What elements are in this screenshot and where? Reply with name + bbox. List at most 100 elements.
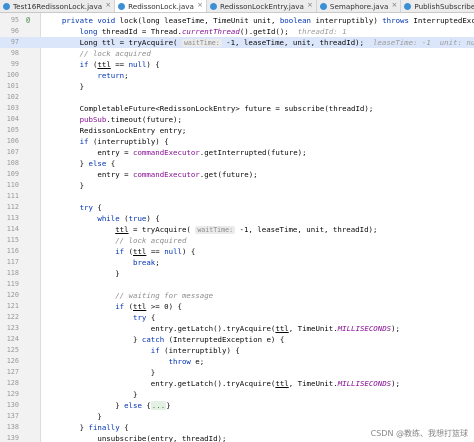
code-text: entry.getLatch().tryAcquire(ttl, TimeUni… [44, 323, 400, 334]
line-number[interactable]: 119 [0, 279, 19, 290]
code-line: 121 if (ttl >= 0) { [0, 301, 474, 312]
code-token: } [44, 401, 125, 410]
line-number[interactable]: 130 [0, 400, 19, 411]
editor-tab-label: RedissonLock.java [128, 1, 194, 11]
line-number[interactable]: 118 [0, 268, 19, 279]
line-number[interactable]: 112 [0, 202, 19, 213]
line-number[interactable]: 113 [0, 213, 19, 224]
code-token: else [124, 401, 147, 410]
code-text: break; [44, 257, 160, 268]
line-number[interactable]: 120 [0, 290, 19, 301]
line-number[interactable]: 101 [0, 81, 19, 92]
override-marker-icon[interactable]: @ [23, 16, 33, 25]
line-number[interactable]: 123 [0, 323, 19, 334]
code-token: if [79, 60, 93, 69]
java-class-icon [319, 2, 327, 10]
code-line: 104 pubSub.timeout(future); [0, 114, 474, 125]
code-line: 120 // waiting for message [0, 290, 474, 301]
line-number[interactable]: 96 [0, 26, 19, 37]
line-number[interactable]: 108 [0, 158, 19, 169]
code-text: } catch (InterruptedException e) { [44, 334, 284, 345]
close-tab-icon[interactable]: × [391, 1, 397, 9]
line-number[interactable]: 127 [0, 367, 19, 378]
editor-tab[interactable]: Semaphore.java × [317, 0, 402, 12]
line-number[interactable]: 111 [0, 191, 19, 202]
close-tab-icon[interactable]: × [307, 1, 313, 9]
line-number[interactable]: 102 [0, 92, 19, 103]
code-text: } [44, 180, 84, 191]
code-text: entry.getLatch().tryAcquire(ttl, TimeUni… [44, 378, 400, 389]
code-token: ); [391, 379, 401, 388]
code-text: long threadId = Thread.currentThread().g… [44, 26, 347, 37]
editor-tab[interactable]: Test16RedissonLock.java × [0, 0, 116, 12]
close-tab-icon[interactable]: × [105, 1, 111, 9]
line-number[interactable]: 129 [0, 389, 19, 400]
line-number[interactable]: 105 [0, 125, 19, 136]
code-line: 112 try { [0, 202, 474, 213]
code-line: 96 long threadId = Thread.currentThread(… [0, 26, 474, 37]
code-text: return; [44, 70, 128, 81]
line-number[interactable]: 99 [0, 59, 19, 70]
line-number[interactable]: 138 [0, 422, 19, 433]
line-number[interactable]: 104 [0, 114, 19, 125]
line-number[interactable]: 106 [0, 136, 19, 147]
line-number[interactable]: 114 [0, 224, 19, 235]
editor-tab[interactable]: RedissonLock.java × [115, 0, 207, 12]
code-token: (InterruptedException e) { [168, 335, 285, 344]
code-token: try [79, 203, 98, 212]
folded-code-region[interactable]: ... [150, 401, 167, 410]
code-line: 115 // lock acquired [0, 235, 474, 246]
line-number[interactable]: 97 [0, 37, 19, 48]
line-number[interactable]: 122 [0, 312, 19, 323]
code-token: if [79, 137, 93, 146]
line-number[interactable]: 139 [0, 433, 19, 442]
code-token: } [44, 181, 85, 190]
code-text: entry = commandExecutor.get(future); [44, 169, 257, 180]
line-number[interactable]: 124 [0, 334, 19, 345]
code-line: 105 RedissonLockEntry entry; [0, 125, 474, 136]
line-number[interactable]: 121 [0, 301, 19, 312]
line-number[interactable]: 109 [0, 169, 19, 180]
code-text: RedissonLockEntry entry; [44, 125, 187, 136]
line-number[interactable]: 117 [0, 257, 19, 268]
line-number[interactable]: 110 [0, 180, 19, 191]
editor-tab[interactable]: PublishSubscribe.java× [401, 0, 474, 12]
line-number[interactable]: 98 [0, 48, 19, 59]
code-text: } [44, 81, 84, 92]
code-line: 107 entry = commandExecutor.getInterrupt… [0, 147, 474, 158]
line-number[interactable]: 115 [0, 235, 19, 246]
code-token: ttl [97, 60, 111, 69]
editor-tab-label: RedissonLockEntry.java [219, 1, 304, 11]
line-number[interactable]: 116 [0, 246, 19, 257]
code-line: 117 break; [0, 257, 474, 268]
code-editor[interactable]: 95 @ private void lock(long leaseTime, Ti… [0, 13, 474, 442]
code-text: } [44, 268, 119, 279]
code-token: , TimeUnit. [288, 379, 338, 388]
line-number[interactable]: 107 [0, 147, 19, 158]
code-text: while (true) { [44, 213, 159, 224]
line-number[interactable]: 95 [0, 15, 19, 26]
line-number[interactable]: 126 [0, 356, 19, 367]
line-number[interactable]: 125 [0, 345, 19, 356]
code-line: 108 } else { [0, 158, 474, 169]
code-token: commandExecutor [133, 148, 200, 157]
line-number[interactable]: 100 [0, 70, 19, 81]
code-token: = tryAcquire( [128, 225, 196, 234]
code-token: .timeout(future); [106, 115, 182, 124]
code-line: 101 } [0, 81, 474, 92]
line-number[interactable]: 128 [0, 378, 19, 389]
line-number[interactable]: 103 [0, 103, 19, 114]
line-number[interactable]: 137 [0, 411, 19, 422]
code-text: if (ttl == null) { [44, 59, 160, 70]
code-token: leaseTime: -1 unit: null threadId [372, 38, 474, 47]
code-line: 113 while (true) { [0, 213, 474, 224]
code-token: .getInterrupted(future); [199, 148, 307, 157]
close-tab-icon[interactable]: × [197, 1, 203, 9]
code-token: ttl [133, 247, 147, 256]
editor-tab[interactable]: RedissonLockEntry.java × [207, 0, 317, 12]
code-line: 119 [0, 279, 474, 290]
code-line: 126 throw e; [0, 356, 474, 367]
